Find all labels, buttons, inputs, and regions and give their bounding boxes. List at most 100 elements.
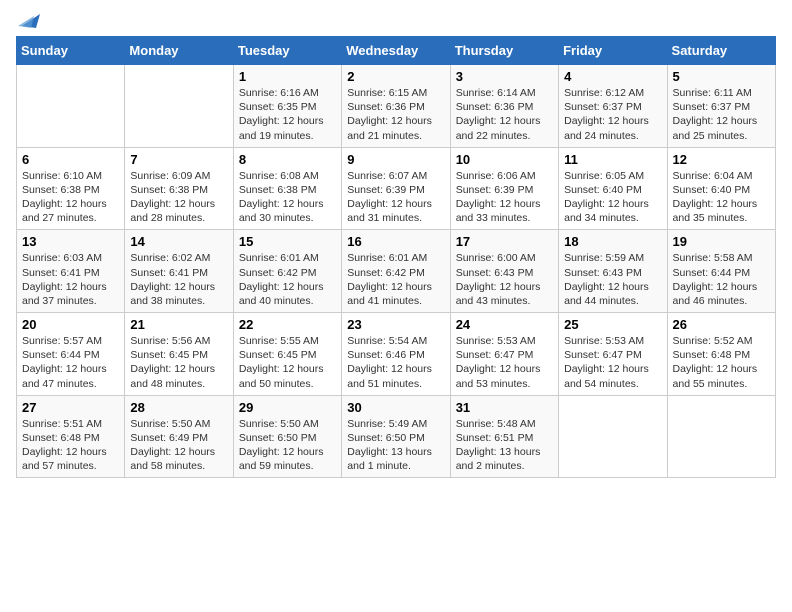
day-info: Sunrise: 5:55 AM Sunset: 6:45 PM Dayligh… [239, 334, 336, 391]
calendar-table: SundayMondayTuesdayWednesdayThursdayFrid… [16, 36, 776, 478]
day-info: Sunrise: 6:08 AM Sunset: 6:38 PM Dayligh… [239, 169, 336, 226]
day-info: Sunrise: 5:50 AM Sunset: 6:50 PM Dayligh… [239, 417, 336, 474]
day-info: Sunrise: 5:59 AM Sunset: 6:43 PM Dayligh… [564, 251, 661, 308]
day-info: Sunrise: 5:51 AM Sunset: 6:48 PM Dayligh… [22, 417, 119, 474]
calendar-cell: 1 Sunrise: 6:16 AM Sunset: 6:35 PM Daylig… [233, 65, 341, 148]
day-info: Sunrise: 6:04 AM Sunset: 6:40 PM Dayligh… [673, 169, 770, 226]
day-number: 22 [239, 317, 336, 332]
calendar-cell: 4 Sunrise: 6:12 AM Sunset: 6:37 PM Daylig… [559, 65, 667, 148]
column-header-thursday: Thursday [450, 37, 558, 65]
day-info: Sunrise: 5:48 AM Sunset: 6:51 PM Dayligh… [456, 417, 553, 474]
calendar-cell [667, 395, 775, 478]
day-number: 4 [564, 69, 661, 84]
logo [16, 16, 40, 26]
calendar-cell: 6 Sunrise: 6:10 AM Sunset: 6:38 PM Daylig… [17, 147, 125, 230]
day-number: 14 [130, 234, 227, 249]
calendar-cell: 22 Sunrise: 5:55 AM Sunset: 6:45 PM Dayli… [233, 313, 341, 396]
day-info: Sunrise: 6:16 AM Sunset: 6:35 PM Dayligh… [239, 86, 336, 143]
calendar-cell: 9Sunrise: 6:07 AM Sunset: 6:39 PM Daylig… [342, 147, 450, 230]
calendar-cell: 23 Sunrise: 5:54 AM Sunset: 6:46 PM Dayli… [342, 313, 450, 396]
day-number: 6 [22, 152, 119, 167]
page-header [16, 16, 776, 26]
day-number: 9 [347, 152, 444, 167]
day-number: 8 [239, 152, 336, 167]
calendar-cell: 19Sunrise: 5:58 AM Sunset: 6:44 PM Dayli… [667, 230, 775, 313]
day-number: 28 [130, 400, 227, 415]
day-number: 13 [22, 234, 119, 249]
day-number: 29 [239, 400, 336, 415]
calendar-cell: 30 Sunrise: 5:49 AM Sunset: 6:50 PM Dayli… [342, 395, 450, 478]
column-header-wednesday: Wednesday [342, 37, 450, 65]
day-number: 3 [456, 69, 553, 84]
calendar-cell: 16 Sunrise: 6:01 AM Sunset: 6:42 PM Dayli… [342, 230, 450, 313]
day-number: 21 [130, 317, 227, 332]
day-number: 25 [564, 317, 661, 332]
day-number: 10 [456, 152, 553, 167]
calendar-cell: 10 Sunrise: 6:06 AM Sunset: 6:39 PM Dayli… [450, 147, 558, 230]
day-info: Sunrise: 5:54 AM Sunset: 6:46 PM Dayligh… [347, 334, 444, 391]
day-number: 12 [673, 152, 770, 167]
calendar-cell: 21 Sunrise: 5:56 AM Sunset: 6:45 PM Dayli… [125, 313, 233, 396]
day-number: 27 [22, 400, 119, 415]
day-info: Sunrise: 6:05 AM Sunset: 6:40 PM Dayligh… [564, 169, 661, 226]
day-info: Sunrise: 6:06 AM Sunset: 6:39 PM Dayligh… [456, 169, 553, 226]
day-info: Sunrise: 5:53 AM Sunset: 6:47 PM Dayligh… [456, 334, 553, 391]
day-info: Sunrise: 6:10 AM Sunset: 6:38 PM Dayligh… [22, 169, 119, 226]
day-number: 16 [347, 234, 444, 249]
day-info: Sunrise: 6:01 AM Sunset: 6:42 PM Dayligh… [347, 251, 444, 308]
calendar-cell: 15 Sunrise: 6:01 AM Sunset: 6:42 PM Dayli… [233, 230, 341, 313]
day-info: Sunrise: 5:57 AM Sunset: 6:44 PM Dayligh… [22, 334, 119, 391]
day-number: 20 [22, 317, 119, 332]
logo-wing-icon [18, 12, 40, 30]
calendar-cell: 7Sunrise: 6:09 AM Sunset: 6:38 PM Daylig… [125, 147, 233, 230]
column-header-friday: Friday [559, 37, 667, 65]
day-number: 17 [456, 234, 553, 249]
day-number: 11 [564, 152, 661, 167]
column-header-sunday: Sunday [17, 37, 125, 65]
day-info: Sunrise: 5:50 AM Sunset: 6:49 PM Dayligh… [130, 417, 227, 474]
day-number: 26 [673, 317, 770, 332]
day-number: 15 [239, 234, 336, 249]
calendar-cell: 29 Sunrise: 5:50 AM Sunset: 6:50 PM Dayli… [233, 395, 341, 478]
calendar-cell: 27 Sunrise: 5:51 AM Sunset: 6:48 PM Dayli… [17, 395, 125, 478]
column-header-tuesday: Tuesday [233, 37, 341, 65]
calendar-cell: 20 Sunrise: 5:57 AM Sunset: 6:44 PM Dayli… [17, 313, 125, 396]
day-info: Sunrise: 6:14 AM Sunset: 6:36 PM Dayligh… [456, 86, 553, 143]
day-info: Sunrise: 6:03 AM Sunset: 6:41 PM Dayligh… [22, 251, 119, 308]
calendar-cell: 2 Sunrise: 6:15 AM Sunset: 6:36 PM Daylig… [342, 65, 450, 148]
calendar-cell: 3 Sunrise: 6:14 AM Sunset: 6:36 PM Daylig… [450, 65, 558, 148]
day-number: 30 [347, 400, 444, 415]
day-info: Sunrise: 5:49 AM Sunset: 6:50 PM Dayligh… [347, 417, 444, 474]
calendar-cell: 14Sunrise: 6:02 AM Sunset: 6:41 PM Dayli… [125, 230, 233, 313]
calendar-cell: 13 Sunrise: 6:03 AM Sunset: 6:41 PM Dayli… [17, 230, 125, 313]
calendar-cell: 12 Sunrise: 6:04 AM Sunset: 6:40 PM Dayli… [667, 147, 775, 230]
calendar-cell: 18 Sunrise: 5:59 AM Sunset: 6:43 PM Dayli… [559, 230, 667, 313]
day-number: 24 [456, 317, 553, 332]
day-number: 5 [673, 69, 770, 84]
day-number: 23 [347, 317, 444, 332]
calendar-cell: 17 Sunrise: 6:00 AM Sunset: 6:43 PM Dayli… [450, 230, 558, 313]
calendar-cell: 26 Sunrise: 5:52 AM Sunset: 6:48 PM Dayli… [667, 313, 775, 396]
day-info: Sunrise: 6:01 AM Sunset: 6:42 PM Dayligh… [239, 251, 336, 308]
day-info: Sunrise: 5:53 AM Sunset: 6:47 PM Dayligh… [564, 334, 661, 391]
day-info: Sunrise: 6:00 AM Sunset: 6:43 PM Dayligh… [456, 251, 553, 308]
day-info: Sunrise: 6:12 AM Sunset: 6:37 PM Dayligh… [564, 86, 661, 143]
day-info: Sunrise: 5:58 AM Sunset: 6:44 PM Dayligh… [673, 251, 770, 308]
column-header-monday: Monday [125, 37, 233, 65]
calendar-cell: 5 Sunrise: 6:11 AM Sunset: 6:37 PM Daylig… [667, 65, 775, 148]
calendar-cell: 28 Sunrise: 5:50 AM Sunset: 6:49 PM Dayli… [125, 395, 233, 478]
day-number: 1 [239, 69, 336, 84]
day-info: Sunrise: 5:52 AM Sunset: 6:48 PM Dayligh… [673, 334, 770, 391]
day-info: Sunrise: 6:11 AM Sunset: 6:37 PM Dayligh… [673, 86, 770, 143]
column-header-saturday: Saturday [667, 37, 775, 65]
calendar-cell: 8 Sunrise: 6:08 AM Sunset: 6:38 PM Daylig… [233, 147, 341, 230]
calendar-cell [125, 65, 233, 148]
day-number: 18 [564, 234, 661, 249]
calendar-cell: 31 Sunrise: 5:48 AM Sunset: 6:51 PM Dayli… [450, 395, 558, 478]
calendar-cell: 25 Sunrise: 5:53 AM Sunset: 6:47 PM Dayli… [559, 313, 667, 396]
day-info: Sunrise: 6:15 AM Sunset: 6:36 PM Dayligh… [347, 86, 444, 143]
day-info: Sunrise: 5:56 AM Sunset: 6:45 PM Dayligh… [130, 334, 227, 391]
day-number: 2 [347, 69, 444, 84]
day-number: 7 [130, 152, 227, 167]
day-number: 31 [456, 400, 553, 415]
